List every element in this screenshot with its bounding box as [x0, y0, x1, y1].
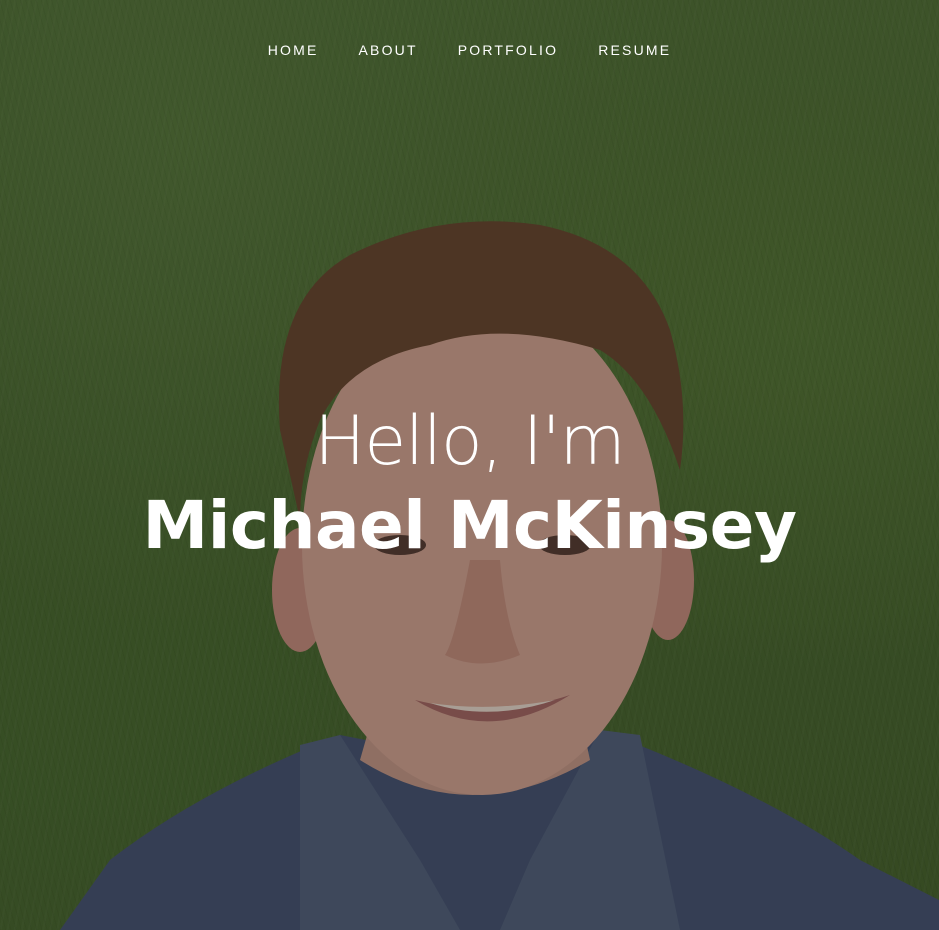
hero-name: Michael McKinsey	[142, 487, 797, 564]
nav-link-about[interactable]: ABOUT	[339, 38, 438, 62]
nav-link-home[interactable]: HOME	[248, 38, 339, 62]
hero-section: HOME ABOUT PORTFOLIO RESUME Hello, I'm M…	[0, 0, 939, 930]
nav-link-resume[interactable]: RESUME	[578, 38, 691, 62]
main-navigation: HOME ABOUT PORTFOLIO RESUME	[0, 38, 939, 62]
hero-greeting: Hello, I'm	[314, 402, 626, 481]
nav-link-portfolio[interactable]: PORTFOLIO	[438, 38, 578, 62]
